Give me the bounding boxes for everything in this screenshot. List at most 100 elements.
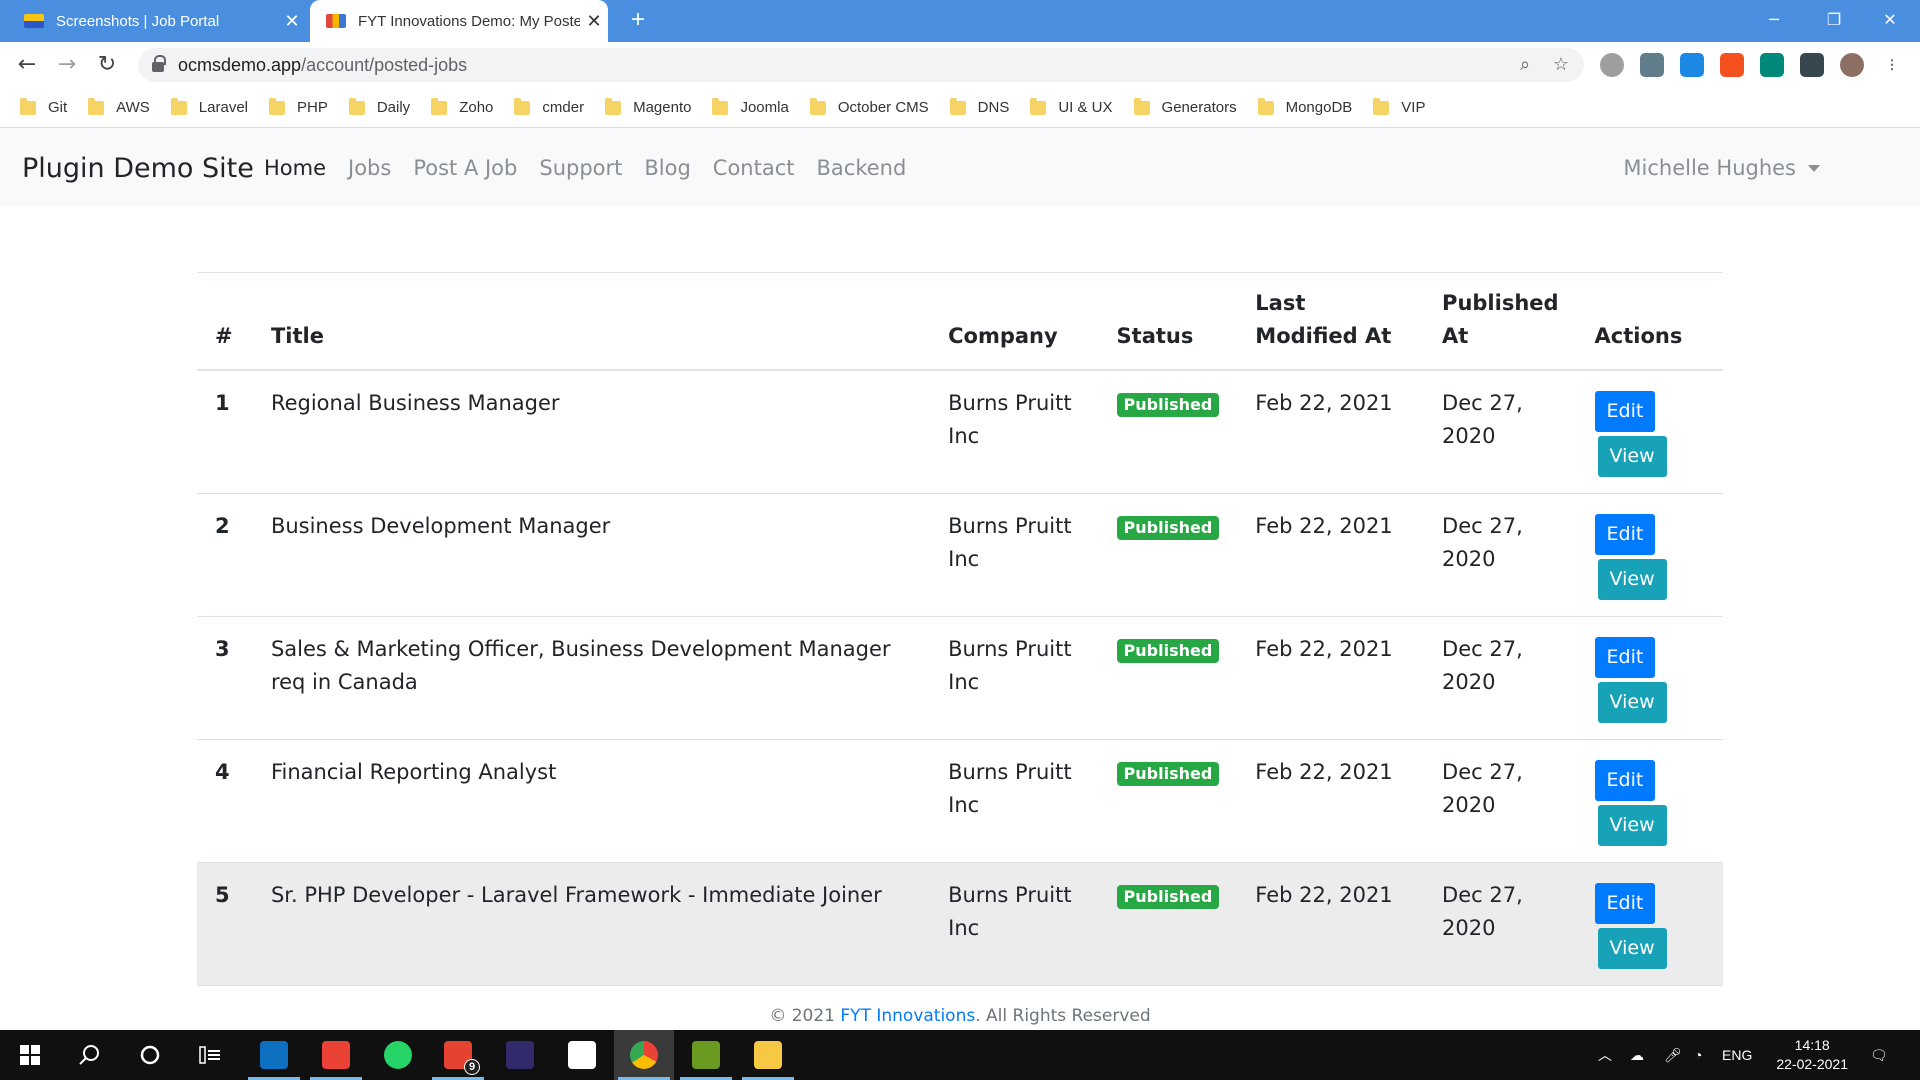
close-tab-icon[interactable]: ✕ xyxy=(278,11,306,32)
nav-post-a-job[interactable]: Post A Job xyxy=(413,156,517,180)
favicon-icon xyxy=(24,14,44,28)
job-company: Burns Pruitt Inc xyxy=(930,616,1099,740)
zoom-icon[interactable]: ⌕ xyxy=(1512,52,1538,78)
gmail-icon[interactable] xyxy=(306,1030,366,1080)
nav-home[interactable]: Home xyxy=(264,156,326,180)
back-icon[interactable]: ← xyxy=(12,50,42,80)
nav-backend[interactable]: Backend xyxy=(817,156,907,180)
extension-bars-icon[interactable] xyxy=(1720,53,1744,77)
bookmark-php[interactable]: PHP xyxy=(269,97,328,116)
edit-button[interactable]: Edit xyxy=(1594,637,1656,678)
clock-date: 22-02-2021 xyxy=(1776,1056,1848,1072)
view-button[interactable]: View xyxy=(1597,559,1667,600)
bookmark-joomla[interactable]: Joomla xyxy=(712,97,789,116)
extension-n-icon[interactable] xyxy=(1760,53,1784,77)
bookmark-ui-ux[interactable]: UI & UX xyxy=(1030,97,1113,116)
notifications-icon[interactable]: 🗨︎ xyxy=(1870,1030,1888,1080)
footer-company-link[interactable]: FYT Innovations xyxy=(840,1006,975,1026)
job-actions: EditView xyxy=(1576,493,1723,617)
job-status-cell: Published xyxy=(1098,493,1238,617)
bookmark-aws[interactable]: AWS xyxy=(88,97,150,116)
ide-icon[interactable] xyxy=(490,1030,550,1080)
terminal-icon[interactable] xyxy=(676,1030,736,1080)
bookmark-mongodb[interactable]: MongoDB xyxy=(1257,97,1352,116)
whatsapp-icon[interactable] xyxy=(368,1030,428,1080)
extension-fi-icon[interactable] xyxy=(1680,53,1704,77)
bookmark-laravel[interactable]: Laravel xyxy=(170,97,248,116)
todoist-icon[interactable]: 9 xyxy=(428,1030,488,1080)
view-button[interactable]: View xyxy=(1597,436,1667,477)
user-name: Michelle Hughes xyxy=(1623,156,1796,180)
edit-button[interactable]: Edit xyxy=(1594,760,1656,801)
job-company: Burns Pruitt Inc xyxy=(930,370,1099,494)
nav-contact[interactable]: Contact xyxy=(713,156,795,180)
lock-icon[interactable] xyxy=(152,55,166,72)
app-icon[interactable] xyxy=(552,1030,612,1080)
folder-icon xyxy=(1373,97,1390,115)
bookmark-vip[interactable]: VIP xyxy=(1373,97,1425,116)
language-indicator[interactable]: ENG xyxy=(1722,1030,1752,1080)
task-view-icon[interactable] xyxy=(180,1030,240,1080)
bookmark-label: cmder xyxy=(542,99,585,116)
clock-time: 14:18 xyxy=(1794,1037,1830,1053)
bookmark-zoho[interactable]: Zoho xyxy=(431,97,493,116)
edit-button[interactable]: Edit xyxy=(1594,514,1656,555)
wifi-icon[interactable]: ◔ xyxy=(1694,1030,1702,1080)
microphone-icon[interactable]: 🎤︎ xyxy=(1664,1030,1682,1080)
address-bar[interactable]: ocmsdemo.app/account/posted-jobs ⌕ ☆ xyxy=(138,48,1584,82)
job-company: Burns Pruitt Inc xyxy=(930,493,1099,617)
edit-button[interactable]: Edit xyxy=(1594,391,1656,432)
close-tab-icon[interactable]: ✕ xyxy=(580,11,608,32)
folder-icon xyxy=(514,97,531,115)
edit-button[interactable]: Edit xyxy=(1594,883,1656,924)
user-menu-dropdown[interactable]: Michelle Hughes xyxy=(1623,156,1820,180)
job-last-modified: Feb 22, 2021 xyxy=(1237,370,1425,494)
minimize-button[interactable]: ─ xyxy=(1746,0,1802,40)
system-clock[interactable]: 14:18 22-02-2021 xyxy=(1776,1036,1848,1074)
site-brand[interactable]: Plugin Demo Site xyxy=(22,153,254,184)
new-tab-button[interactable]: + xyxy=(624,6,652,34)
terminal-glyph xyxy=(692,1041,720,1069)
cortana-icon[interactable] xyxy=(120,1030,180,1080)
view-button[interactable]: View xyxy=(1597,805,1667,846)
browser-tab-posted-jobs[interactable]: FYT Innovations Demo: My Poste ✕ xyxy=(310,0,608,42)
onedrive-cloud-icon[interactable]: ☁ xyxy=(1630,1030,1644,1080)
bookmark-star-icon[interactable]: ☆ xyxy=(1548,52,1574,78)
tray-chevron-up-icon[interactable]: ︿ xyxy=(1598,1030,1612,1080)
folder-icon xyxy=(1257,97,1274,115)
nav-blog[interactable]: Blog xyxy=(644,156,690,180)
header-last-modified: Last Modified At xyxy=(1237,273,1425,371)
browser-tab-screenshots[interactable]: Screenshots | Job Portal ✕ xyxy=(8,0,306,42)
nav-jobs[interactable]: Jobs xyxy=(348,156,391,180)
restore-button[interactable]: ❐ xyxy=(1806,0,1862,40)
view-button[interactable]: View xyxy=(1597,682,1667,723)
vscode-icon[interactable] xyxy=(244,1030,304,1080)
whatsapp-glyph xyxy=(384,1041,412,1069)
windows-start-icon[interactable] xyxy=(0,1030,60,1080)
bookmark-label: DNS xyxy=(977,99,1010,116)
bookmark-october-cms[interactable]: October CMS xyxy=(809,97,929,116)
extension-gear-icon[interactable] xyxy=(1600,53,1624,77)
forward-icon[interactable]: → xyxy=(52,50,82,80)
bookmark-cmder[interactable]: cmder xyxy=(514,97,585,116)
view-button[interactable]: View xyxy=(1597,928,1667,969)
close-window-button[interactable]: ✕ xyxy=(1862,0,1918,40)
folder-icon xyxy=(605,97,622,115)
bookmark-daily[interactable]: Daily xyxy=(348,97,410,116)
file-explorer-icon[interactable] xyxy=(738,1030,798,1080)
profile-avatar[interactable] xyxy=(1840,53,1864,77)
reload-icon[interactable]: ↻ xyxy=(92,50,122,80)
bookmark-generators[interactable]: Generators xyxy=(1133,97,1237,116)
bookmark-git[interactable]: Git xyxy=(20,97,67,116)
bookmark-magento[interactable]: Magento xyxy=(605,97,691,116)
nav-support[interactable]: Support xyxy=(539,156,622,180)
bookmark-dns[interactable]: DNS xyxy=(949,97,1010,116)
browser-tab-strip: Screenshots | Job Portal ✕ FYT Innovatio… xyxy=(0,0,1920,42)
extension-wand-icon[interactable] xyxy=(1640,53,1664,77)
chrome-icon[interactable] xyxy=(614,1030,674,1080)
table-row: 1 Regional Business Manager Burns Pruitt… xyxy=(197,370,1723,494)
extensions-puzzle-icon[interactable] xyxy=(1800,53,1824,77)
chrome-menu-icon[interactable]: ⋮ xyxy=(1880,53,1904,77)
search-icon[interactable] xyxy=(60,1030,120,1080)
bookmark-label: Joomla xyxy=(740,99,789,116)
